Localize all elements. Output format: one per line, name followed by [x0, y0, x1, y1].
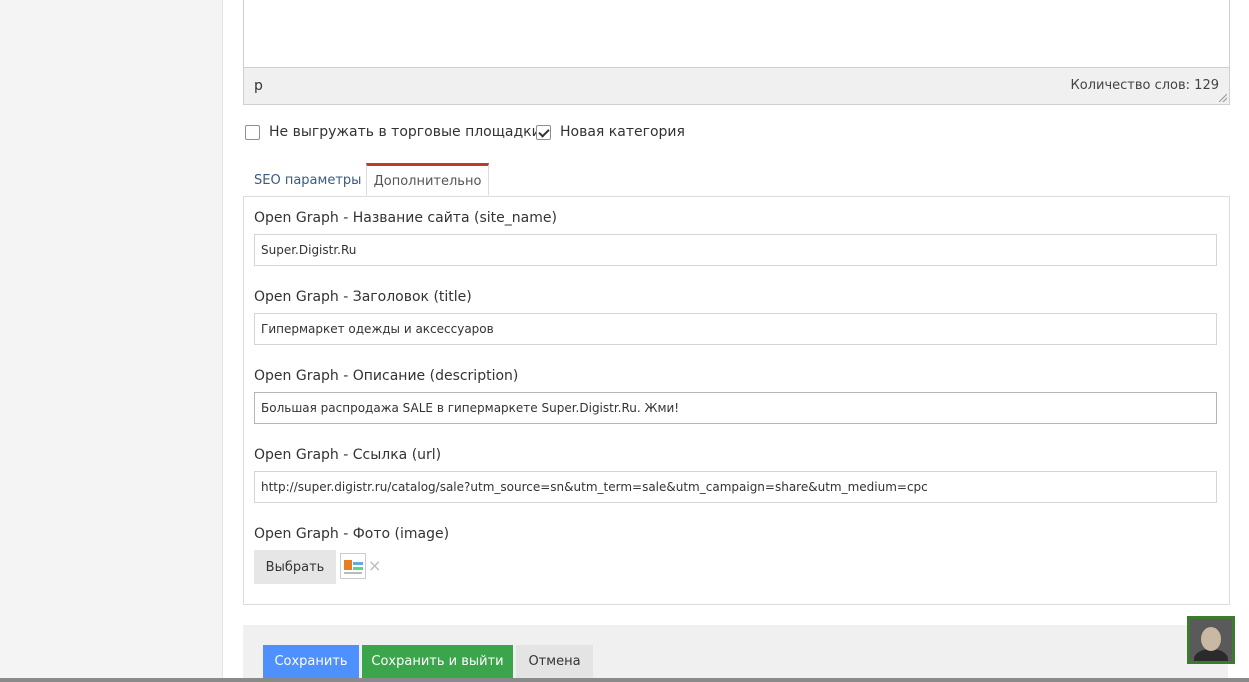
- new-category-label: Новая категория: [560, 124, 685, 140]
- cancel-button[interactable]: Отмена: [516, 645, 593, 678]
- no-export-checkbox[interactable]: [245, 124, 260, 140]
- og-site-name-label: Open Graph - Название сайта (site_name): [254, 210, 557, 226]
- remove-image-icon[interactable]: ×: [368, 556, 381, 575]
- image-thumbnail[interactable]: [340, 553, 366, 579]
- editor-element-path[interactable]: p: [254, 78, 263, 94]
- og-image-label: Open Graph - Фото (image): [254, 526, 450, 542]
- save-button[interactable]: Сохранить: [263, 645, 359, 678]
- choose-image-button[interactable]: Выбрать: [254, 550, 336, 584]
- window-bottom-border: [0, 678, 1249, 682]
- avatar-head: [1201, 627, 1221, 651]
- tab-additional[interactable]: Дополнительно: [366, 163, 489, 196]
- og-description-label: Open Graph - Описание (description): [254, 368, 519, 384]
- save-and-exit-button[interactable]: Сохранить и выйти: [362, 645, 513, 678]
- thumbnail-graphic: [353, 562, 363, 565]
- tab-seo-parameters[interactable]: SEO параметры: [243, 163, 366, 196]
- user-avatar[interactable]: [1187, 616, 1235, 664]
- thumbnail-graphic: [344, 560, 352, 570]
- thumbnail-graphic: [344, 572, 362, 574]
- thumbnail-graphic: [353, 567, 363, 570]
- og-title-label: Open Graph - Заголовок (title): [254, 289, 472, 305]
- no-export-option[interactable]: Не выгружать в торговые площадки: [245, 124, 541, 140]
- avatar-photo: [1190, 619, 1232, 661]
- new-category-checkbox[interactable]: [536, 124, 551, 140]
- og-title-input[interactable]: [254, 313, 1217, 345]
- og-url-input[interactable]: [254, 471, 1217, 503]
- og-site-name-input[interactable]: [254, 234, 1217, 266]
- editor-status-bar: p Количество слов: 129: [243, 67, 1230, 105]
- left-sidebar-pane: [0, 0, 223, 678]
- new-category-option[interactable]: Новая категория: [536, 124, 685, 140]
- resize-grip-icon[interactable]: [1219, 94, 1227, 102]
- rich-text-editor-body[interactable]: [243, 0, 1230, 68]
- word-count: Количество слов: 129: [1070, 78, 1219, 93]
- no-export-label: Не выгружать в торговые площадки: [269, 124, 541, 140]
- og-description-input[interactable]: [254, 392, 1217, 424]
- og-url-label: Open Graph - Ссылка (url): [254, 447, 442, 463]
